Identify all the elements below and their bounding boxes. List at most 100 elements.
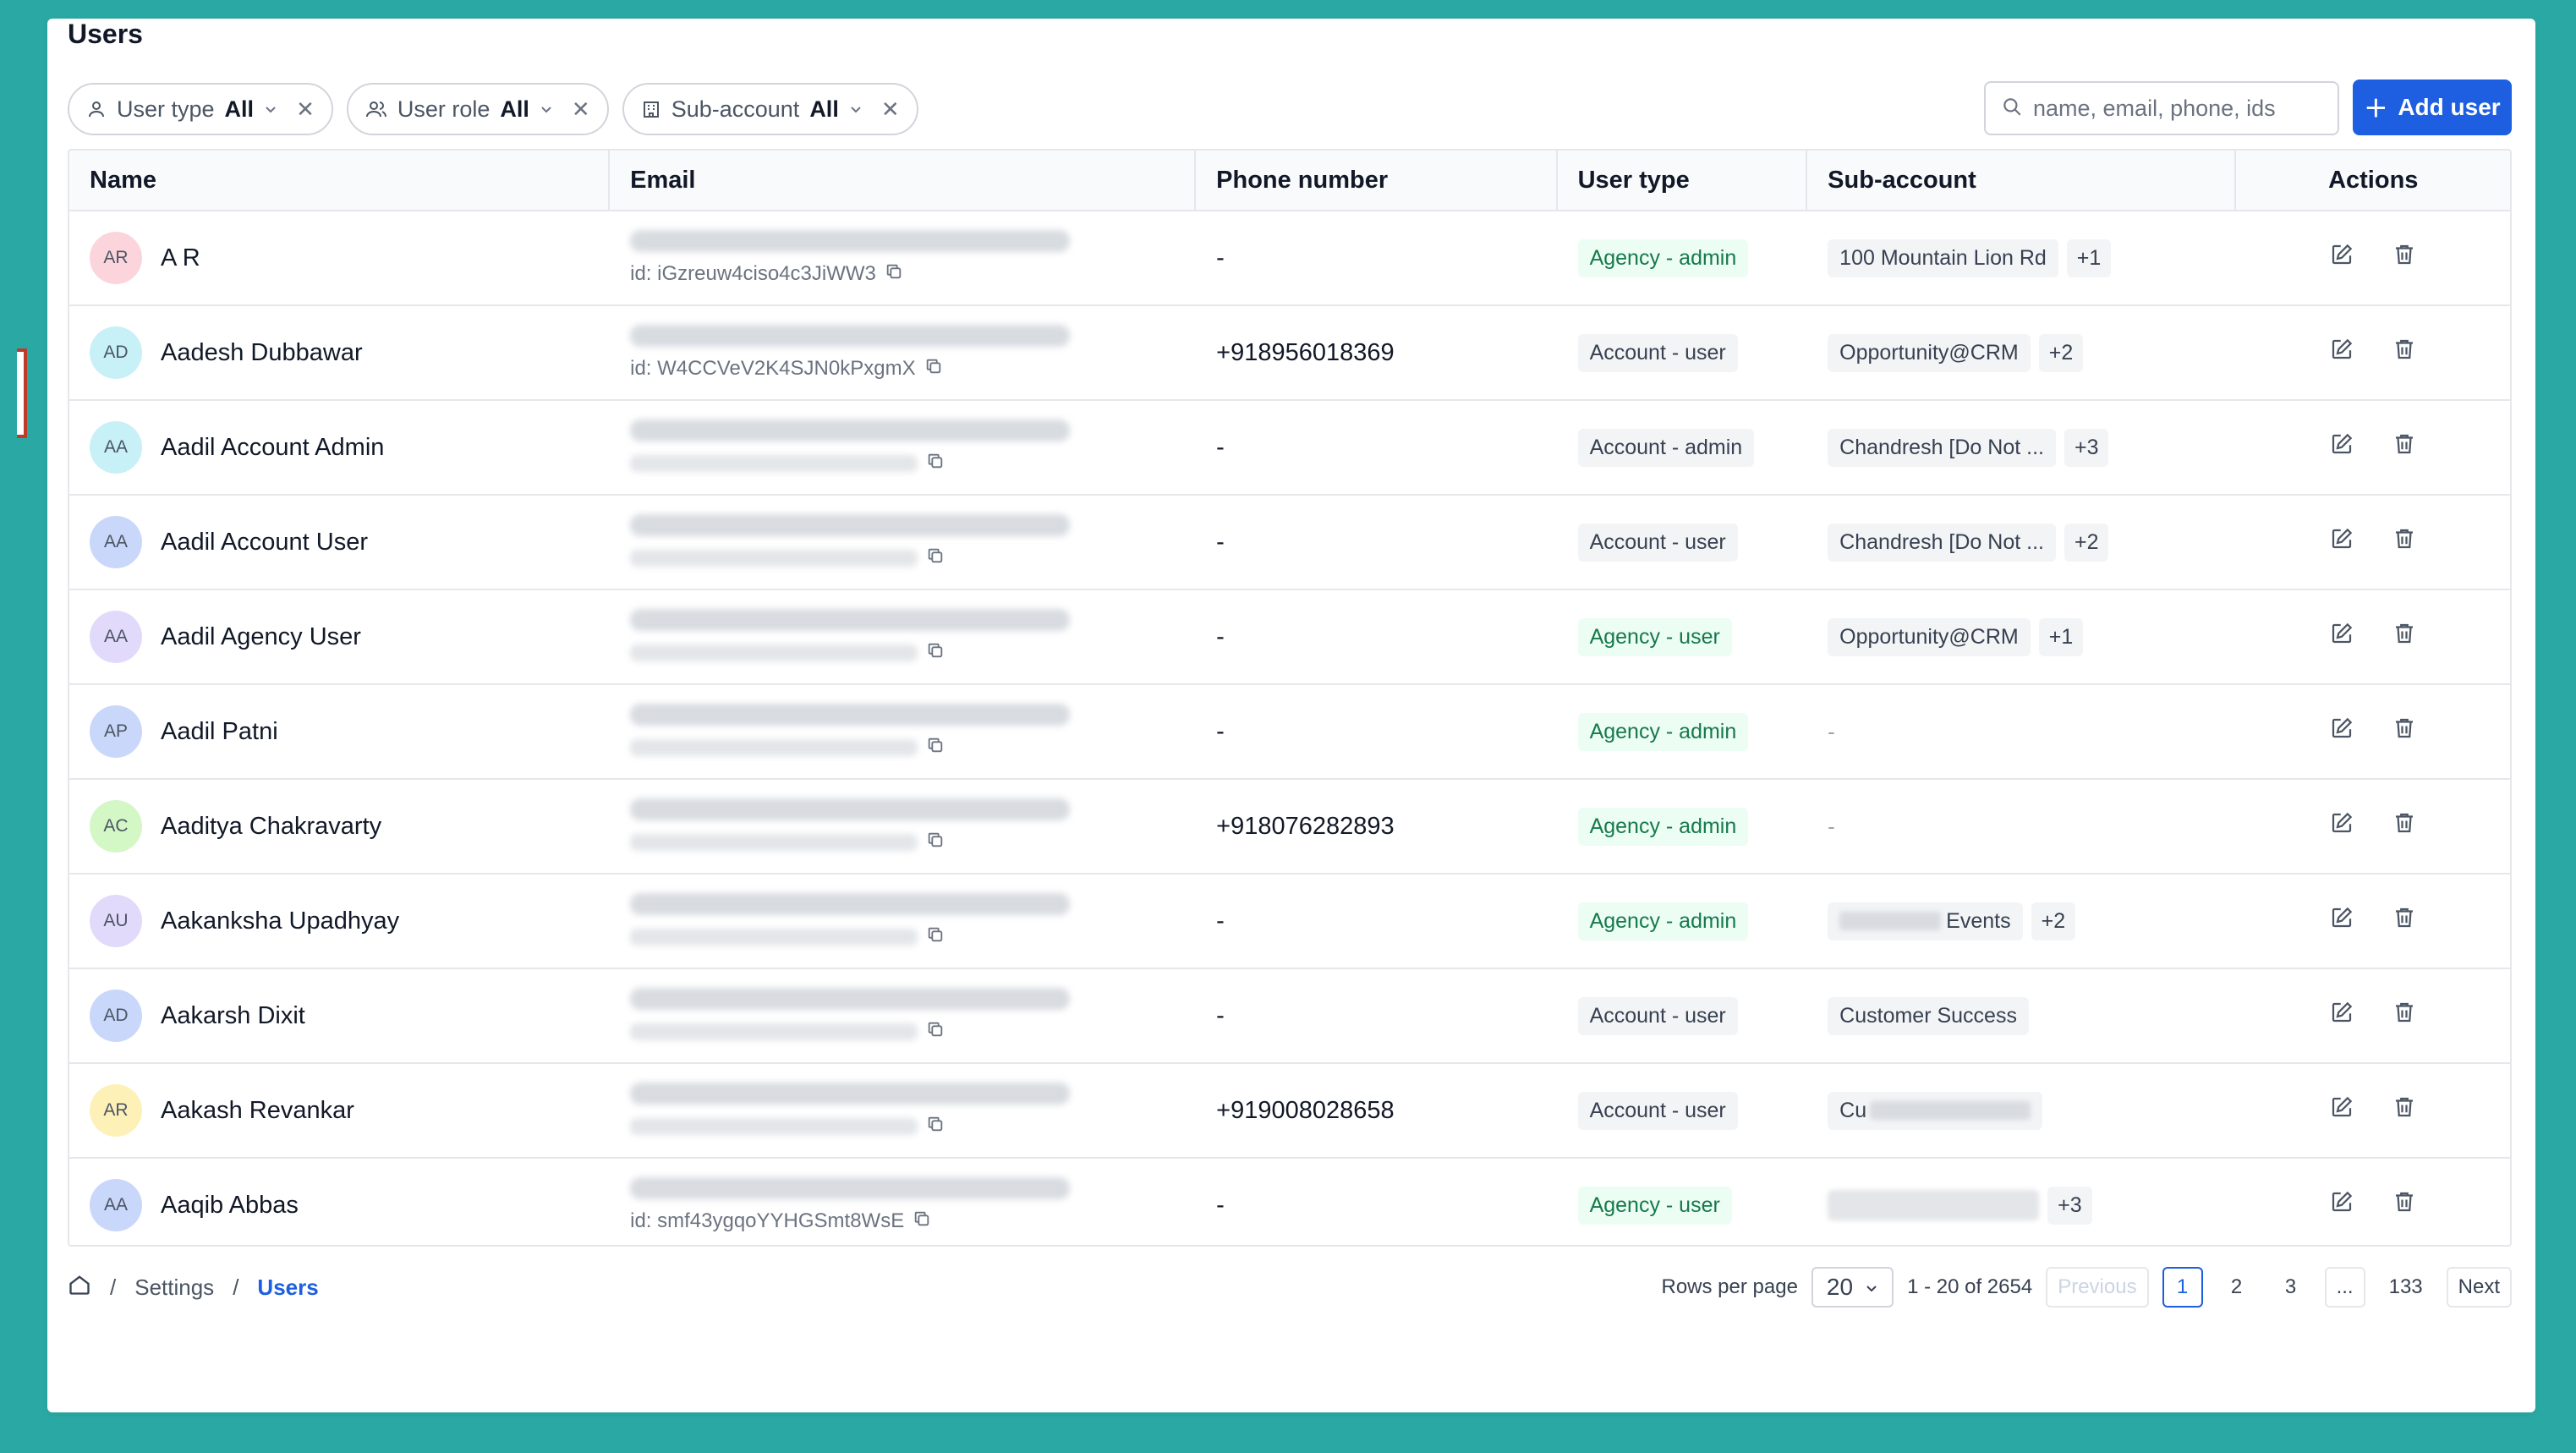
edit-icon[interactable] (2329, 810, 2354, 842)
page-button-1[interactable]: 1 (2162, 1267, 2203, 1308)
add-user-button[interactable]: ＋ Add user (2353, 80, 2512, 135)
copy-icon[interactable] (926, 831, 945, 855)
home-icon[interactable] (68, 1273, 91, 1302)
edit-icon[interactable] (2329, 1000, 2354, 1032)
previous-button[interactable]: Previous (2046, 1267, 2149, 1308)
filter-user-role[interactable]: User role All ✕ (346, 83, 609, 135)
copy-icon[interactable] (926, 641, 945, 666)
rows-per-page-select[interactable]: 20 (1811, 1267, 1894, 1308)
sub-account-more-badge[interactable]: +2 (2064, 523, 2109, 562)
delete-icon[interactable] (2392, 337, 2417, 369)
copy-icon[interactable] (926, 736, 945, 760)
edit-icon[interactable] (2329, 1094, 2354, 1127)
copy-icon[interactable] (926, 925, 945, 950)
edit-icon[interactable] (2329, 621, 2354, 653)
edit-icon[interactable] (2329, 905, 2354, 937)
chevron-down-icon[interactable] (264, 102, 277, 116)
sub-account-more-badge[interactable]: +2 (2038, 333, 2084, 372)
filter-sub-account[interactable]: Sub-account All ✕ (622, 83, 918, 135)
sub-account-tag[interactable]: Events (1828, 902, 2023, 940)
table-row[interactable]: AR Aakash Revankar +919008028658 Account - … (69, 1064, 2510, 1159)
chevron-down-icon[interactable] (540, 102, 553, 116)
user-name[interactable]: A R (161, 244, 200, 272)
chevron-down-icon[interactable] (849, 102, 863, 116)
copy-icon[interactable] (926, 546, 945, 571)
table-row[interactable]: AA Aadil Account User - Account - user Chand… (69, 496, 2510, 590)
sub-account-more-badge[interactable]: +3 (2064, 428, 2109, 467)
page-button-2[interactable]: 2 (2217, 1267, 2257, 1308)
column-header-name[interactable]: Name (69, 151, 611, 210)
next-button[interactable]: Next (2446, 1267, 2512, 1308)
user-name[interactable]: Aadil Account Admin (161, 434, 384, 462)
column-header-sub-account[interactable]: Sub-account (1807, 151, 2237, 210)
sub-account-tag[interactable]: Chandresh [Do Not ... (1828, 428, 2056, 467)
edit-icon[interactable] (2329, 431, 2354, 463)
sub-account-tag[interactable]: Customer Success (1828, 996, 2029, 1035)
delete-icon[interactable] (2392, 621, 2417, 653)
page-button-3[interactable]: 3 (2271, 1267, 2311, 1308)
page-ellipsis-button[interactable]: ... (2324, 1267, 2365, 1308)
user-name[interactable]: Aakanksha Upadhyay (161, 907, 399, 935)
delete-icon[interactable] (2392, 526, 2417, 558)
user-name[interactable]: Aaqib Abbas (161, 1192, 299, 1220)
edit-icon[interactable] (2329, 1189, 2354, 1221)
table-row[interactable]: AC Aaditya Chakravarty +918076282893 Agency… (69, 780, 2510, 875)
sub-account-more-badge[interactable]: +2 (2031, 902, 2076, 940)
delete-icon[interactable] (2392, 1189, 2417, 1221)
copy-icon[interactable] (913, 1209, 931, 1234)
sub-account-tag[interactable]: Opportunity@CRM (1828, 617, 2031, 656)
table-row[interactable]: AA Aaqib Abbas id: smf43ygqoYYHGSmt8WsE - Ag… (69, 1159, 2510, 1245)
breadcrumb-settings[interactable]: Settings (134, 1275, 214, 1301)
copy-icon[interactable] (885, 262, 903, 287)
user-name[interactable]: Aakarsh Dixit (161, 1002, 305, 1030)
copy-icon[interactable] (926, 452, 945, 476)
copy-icon[interactable] (926, 1020, 945, 1045)
search-input[interactable] (2033, 95, 2321, 122)
sub-account-tag[interactable]: Opportunity@CRM (1828, 333, 2031, 372)
delete-icon[interactable] (2392, 242, 2417, 274)
table-row[interactable]: AD Aakarsh Dixit - Account - user Customer S… (69, 969, 2510, 1064)
copy-icon[interactable] (924, 357, 943, 381)
table-row[interactable]: AA Aadil Account Admin - Account - admin Cha… (69, 401, 2510, 496)
column-header-phone[interactable]: Phone number (1196, 151, 1558, 210)
sub-account-more-badge[interactable]: +1 (2066, 239, 2112, 277)
clear-filter-icon[interactable]: ✕ (572, 96, 590, 123)
user-name[interactable]: Aadil Account User (161, 529, 368, 557)
table-row[interactable]: AR A R id: iGzreuw4ciso4c3JiWW3 - Agency - a… (69, 211, 2510, 306)
delete-icon[interactable] (2392, 905, 2417, 937)
user-name[interactable]: Aaditya Chakravarty (161, 813, 381, 841)
column-header-user-type[interactable]: User type (1558, 151, 1808, 210)
user-name[interactable]: Aakash Revankar (161, 1097, 354, 1125)
sub-account-tag[interactable]: 100 Mountain Lion Rd (1828, 239, 2058, 277)
table-row[interactable]: AD Aadesh Dubbawar id: W4CCVeV2K4SJN0kPxgm… (69, 306, 2510, 401)
sub-account-more-badge[interactable]: +1 (2038, 617, 2084, 656)
clear-filter-icon[interactable]: ✕ (881, 96, 900, 123)
delete-icon[interactable] (2392, 810, 2417, 842)
column-header-email[interactable]: Email (610, 151, 1197, 210)
user-name[interactable]: Aadesh Dubbawar (161, 339, 363, 367)
delete-icon[interactable] (2392, 716, 2417, 748)
delete-icon[interactable] (2392, 1000, 2417, 1032)
email-redacted (630, 703, 1071, 726)
table-row[interactable]: AA Aadil Agency User - Agency - user Opportu… (69, 590, 2510, 685)
filter-user-type[interactable]: User type All ✕ (68, 83, 333, 135)
delete-icon[interactable] (2392, 1094, 2417, 1127)
sub-account-tag[interactable]: Chandresh [Do Not ... (1828, 523, 2056, 562)
user-name[interactable]: Aadil Patni (161, 718, 278, 746)
search-box[interactable] (1984, 81, 2339, 135)
delete-icon[interactable] (2392, 431, 2417, 463)
page-button-133[interactable]: 133 (2379, 1267, 2433, 1308)
user-id-redacted (630, 1023, 918, 1040)
clear-filter-icon[interactable]: ✕ (296, 96, 315, 123)
table-row[interactable]: AU Aakanksha Upadhyay - Agency - admin Event… (69, 875, 2510, 969)
edit-icon[interactable] (2329, 716, 2354, 748)
table-row[interactable]: AP Aadil Patni - Agency - admin - (69, 685, 2510, 780)
user-name[interactable]: Aadil Agency User (161, 623, 361, 651)
edit-icon[interactable] (2329, 337, 2354, 369)
copy-icon[interactable] (926, 1115, 945, 1139)
sub-account-tag[interactable]: Cu (1828, 1091, 2043, 1130)
edit-icon[interactable] (2329, 242, 2354, 274)
breadcrumb-users[interactable]: Users (257, 1275, 318, 1301)
sub-account-more-badge[interactable]: +3 (2047, 1186, 2092, 1225)
edit-icon[interactable] (2329, 526, 2354, 558)
